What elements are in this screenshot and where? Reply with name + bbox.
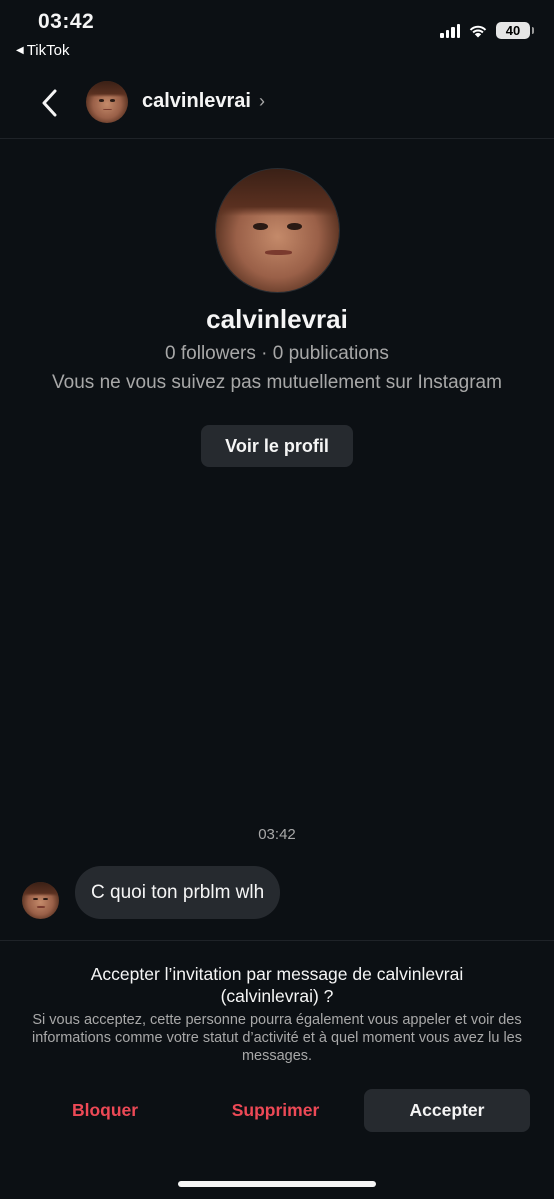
header-username-link[interactable]: calvinlevrai › (142, 90, 265, 113)
status-icons: 40 (440, 22, 534, 39)
header-username: calvinlevrai (142, 90, 251, 112)
chevron-right-icon: › (258, 91, 265, 111)
view-profile-button[interactable]: Voir le profil (201, 425, 353, 467)
profile-avatar[interactable] (215, 168, 340, 293)
block-button[interactable]: Bloquer (20, 1089, 190, 1132)
back-to-app-link[interactable]: ◀ TikTok (16, 42, 69, 59)
delete-button[interactable]: Supprimer (190, 1089, 361, 1132)
mutual-follow-note: Vous ne vous suivez pas mutuellement sur… (52, 372, 502, 393)
home-indicator[interactable] (178, 1181, 376, 1187)
request-description: Si vous acceptez, cette personne pourra … (32, 1012, 522, 1064)
back-button[interactable] (32, 86, 66, 120)
request-title: Accepter l’invitation par message de cal… (90, 964, 464, 1006)
wifi-icon (469, 25, 487, 38)
message-text: C quoi ton prblm wlh (91, 881, 265, 903)
message-sender-avatar[interactable] (22, 882, 59, 919)
header-avatar[interactable] (86, 81, 128, 123)
battery-icon: 40 (496, 22, 534, 39)
profile-stats: 0 followers · 0 publications (165, 343, 389, 364)
chat-header: calvinlevrai › (0, 70, 554, 139)
back-triangle-icon: ◀ (16, 45, 24, 56)
cellular-signal-icon (440, 23, 460, 38)
back-arrow-icon (42, 89, 57, 117)
status-time: 03:42 (38, 10, 95, 33)
divider (0, 940, 554, 941)
message-bubble[interactable]: C quoi ton prblm wlh (75, 866, 281, 919)
request-actions: Bloquer Supprimer Accepter (20, 1089, 530, 1132)
battery-level: 40 (505, 23, 521, 38)
back-app-label: TikTok (26, 42, 70, 59)
profile-username: calvinlevrai (206, 304, 348, 334)
message-timestamp: 03:42 (258, 826, 296, 843)
accept-button[interactable]: Accepter (364, 1089, 530, 1132)
